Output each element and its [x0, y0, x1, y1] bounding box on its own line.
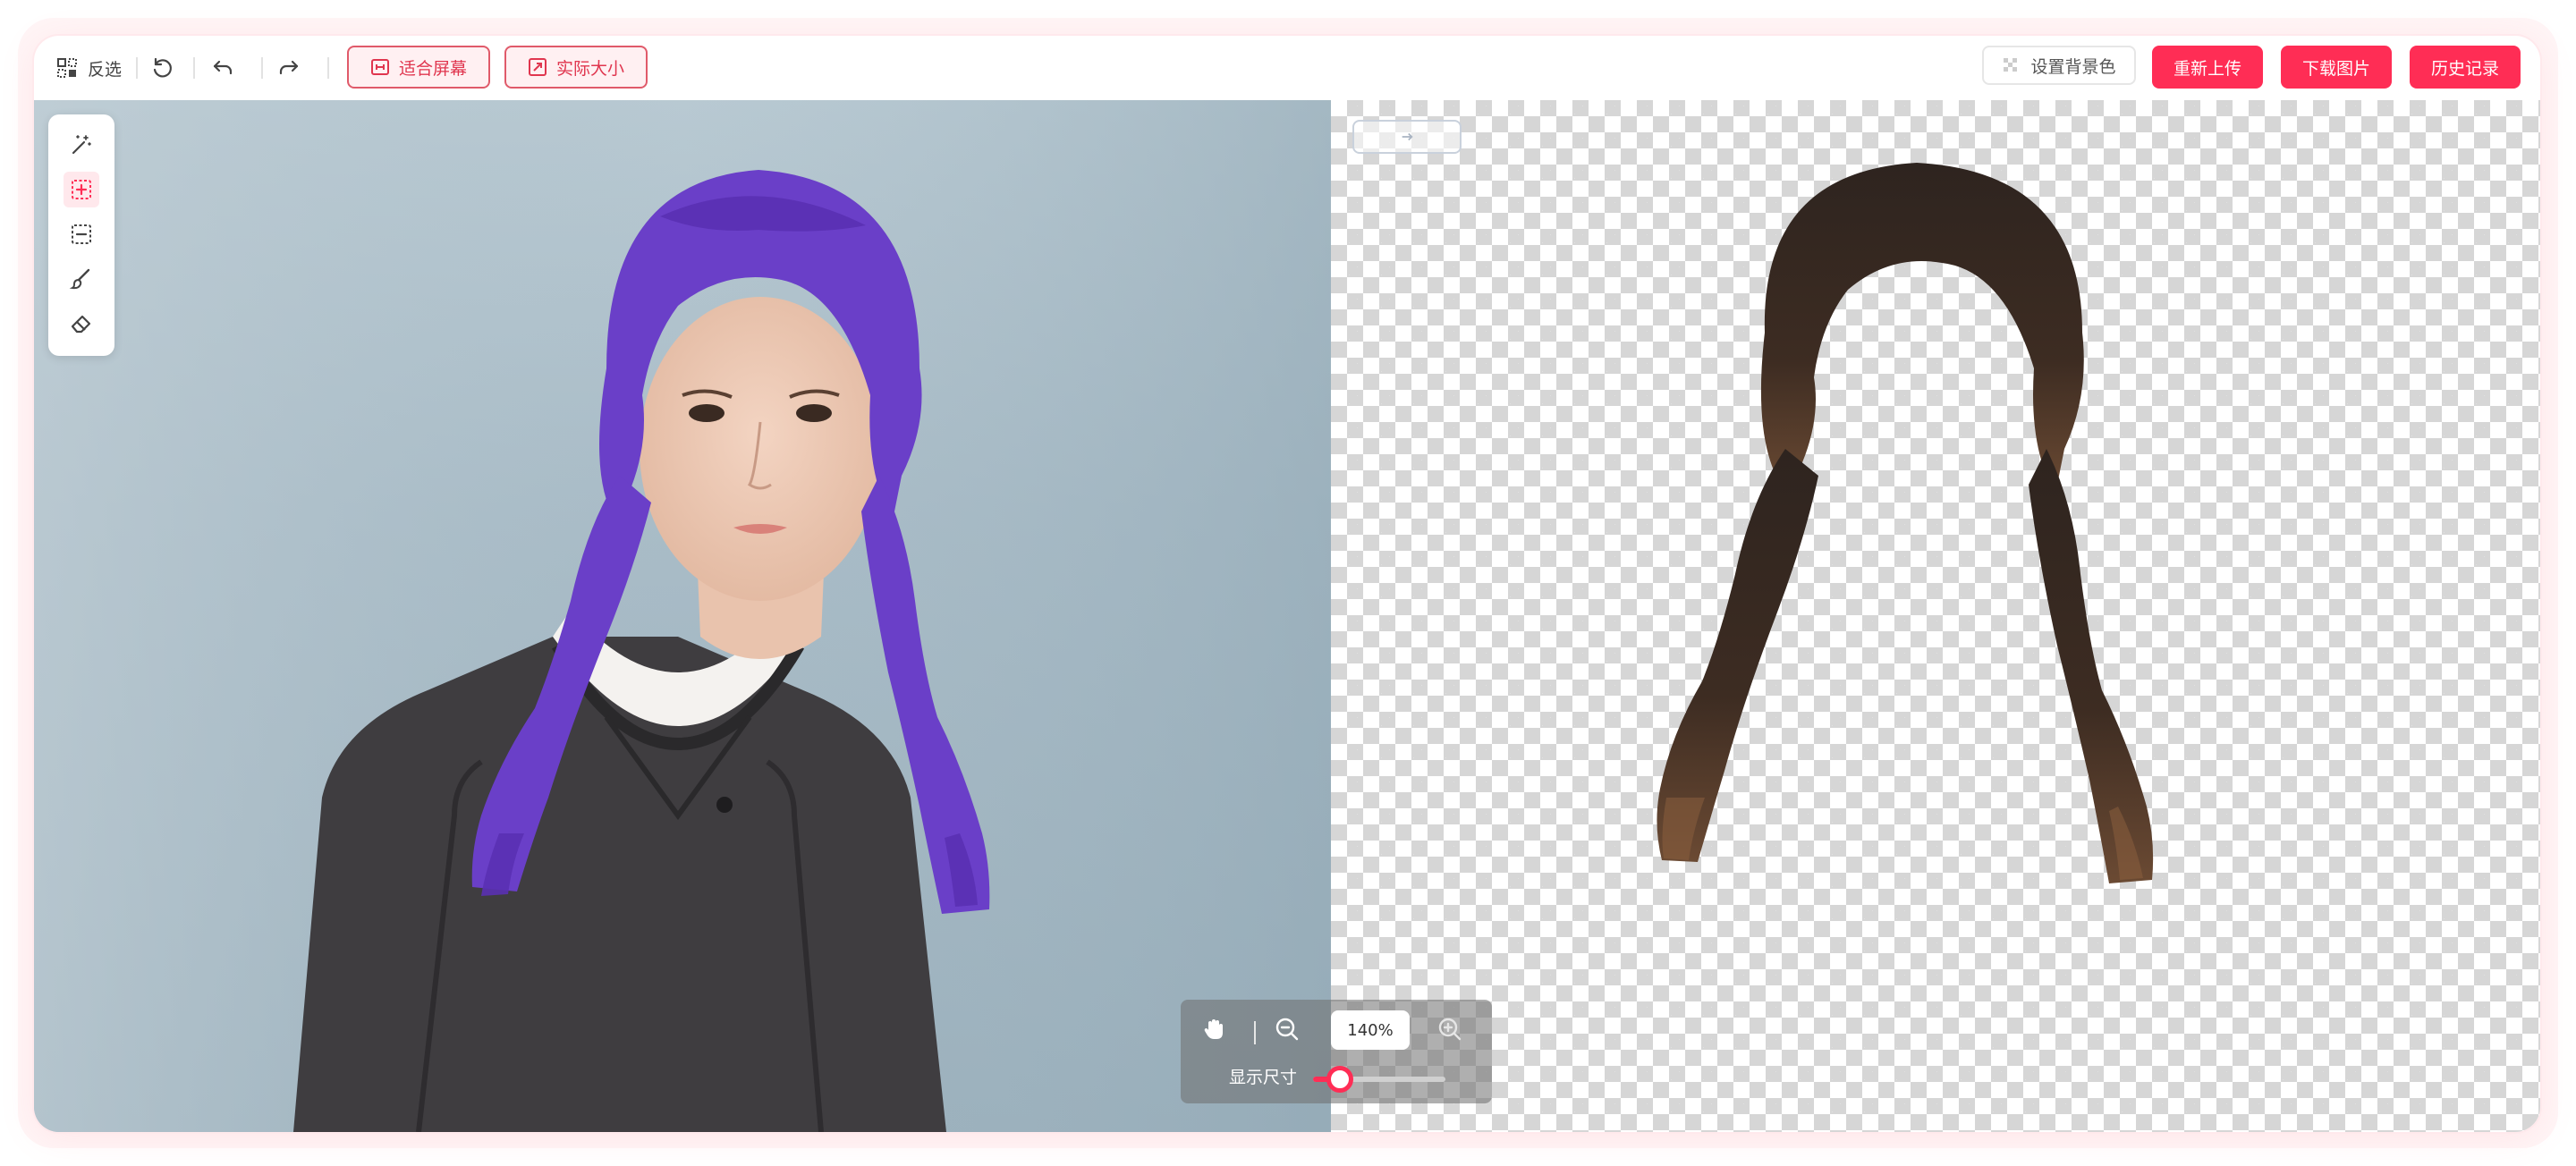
fit-screen-icon	[370, 59, 389, 75]
redo-icon	[279, 60, 299, 75]
invert-selection-icon	[57, 58, 77, 78]
magic-wand-tool[interactable]	[64, 127, 99, 163]
reset-icon	[153, 57, 172, 78]
undo-icon	[213, 60, 233, 75]
result-preview-canvas[interactable]	[1331, 100, 2540, 1132]
zoom-out-button[interactable]	[1274, 1016, 1301, 1043]
magic-wand-icon	[72, 135, 91, 155]
brush-icon	[69, 268, 90, 290]
eraser-icon	[71, 315, 91, 334]
fit-screen-button[interactable]: 适合屏幕	[347, 46, 490, 89]
undo-button[interactable]	[211, 50, 234, 86]
brush-tool[interactable]	[64, 261, 99, 297]
actual-size-button[interactable]: 实际大小	[504, 46, 648, 89]
original-image-canvas[interactable]	[34, 100, 1331, 1132]
extracted-hair-image	[1657, 163, 2154, 883]
redo-button[interactable]	[277, 50, 301, 86]
add-selection-tool[interactable]	[64, 172, 99, 207]
zoom-in-icon	[1438, 1018, 1462, 1041]
reset-button[interactable]	[150, 50, 174, 86]
invert-selection-label: 反选	[88, 59, 123, 80]
eraser-tool[interactable]	[64, 306, 99, 342]
toolbar-divider	[193, 57, 195, 79]
toolbar-divider	[327, 57, 329, 79]
editor-card: 反选 适合屏幕 实际大小 设置背景色 重新上传 下载图片 历史记录 140% 显…	[34, 36, 2540, 1132]
invert-selection-button[interactable]: 反选	[55, 50, 122, 86]
checkerboard-icon	[2004, 58, 2018, 72]
toolbar-divider	[136, 57, 138, 79]
actual-size-icon	[528, 58, 547, 76]
history-button[interactable]: 历史记录	[2410, 46, 2521, 89]
zoom-divider	[1254, 1021, 1256, 1044]
selection-tools-panel	[48, 114, 114, 356]
zoom-out-icon	[1275, 1018, 1299, 1041]
slider-thumb[interactable]	[1326, 1066, 1353, 1093]
toolbar-divider	[261, 57, 263, 79]
fit-screen-label: 适合屏幕	[398, 58, 467, 79]
display-size-label: 显示尺寸	[1229, 1068, 1298, 1087]
zoom-control-panel: 140% 显示尺寸	[1181, 1000, 1492, 1103]
set-background-color-label: 设置背景色	[2030, 56, 2116, 77]
portrait-photo	[34, 100, 1331, 1132]
set-background-color-button[interactable]: 设置背景色	[1982, 46, 2136, 85]
subtract-selection-tool[interactable]	[64, 216, 99, 252]
download-image-button[interactable]: 下载图片	[2281, 46, 2392, 89]
reupload-button[interactable]: 重新上传	[2152, 46, 2263, 89]
pan-tool-button[interactable]	[1200, 1016, 1227, 1043]
top-toolbar: 反选 适合屏幕 实际大小 设置背景色 重新上传 下载图片 历史记录	[34, 36, 2540, 100]
display-size-slider[interactable]	[1313, 1066, 1445, 1093]
zoom-in-button[interactable]	[1436, 1016, 1463, 1043]
zoom-level-display[interactable]: 140%	[1331, 1010, 1410, 1050]
subtract-selection-icon	[72, 224, 91, 244]
add-selection-icon	[72, 180, 91, 199]
hand-icon	[1204, 1019, 1223, 1039]
actual-size-label: 实际大小	[555, 58, 624, 79]
